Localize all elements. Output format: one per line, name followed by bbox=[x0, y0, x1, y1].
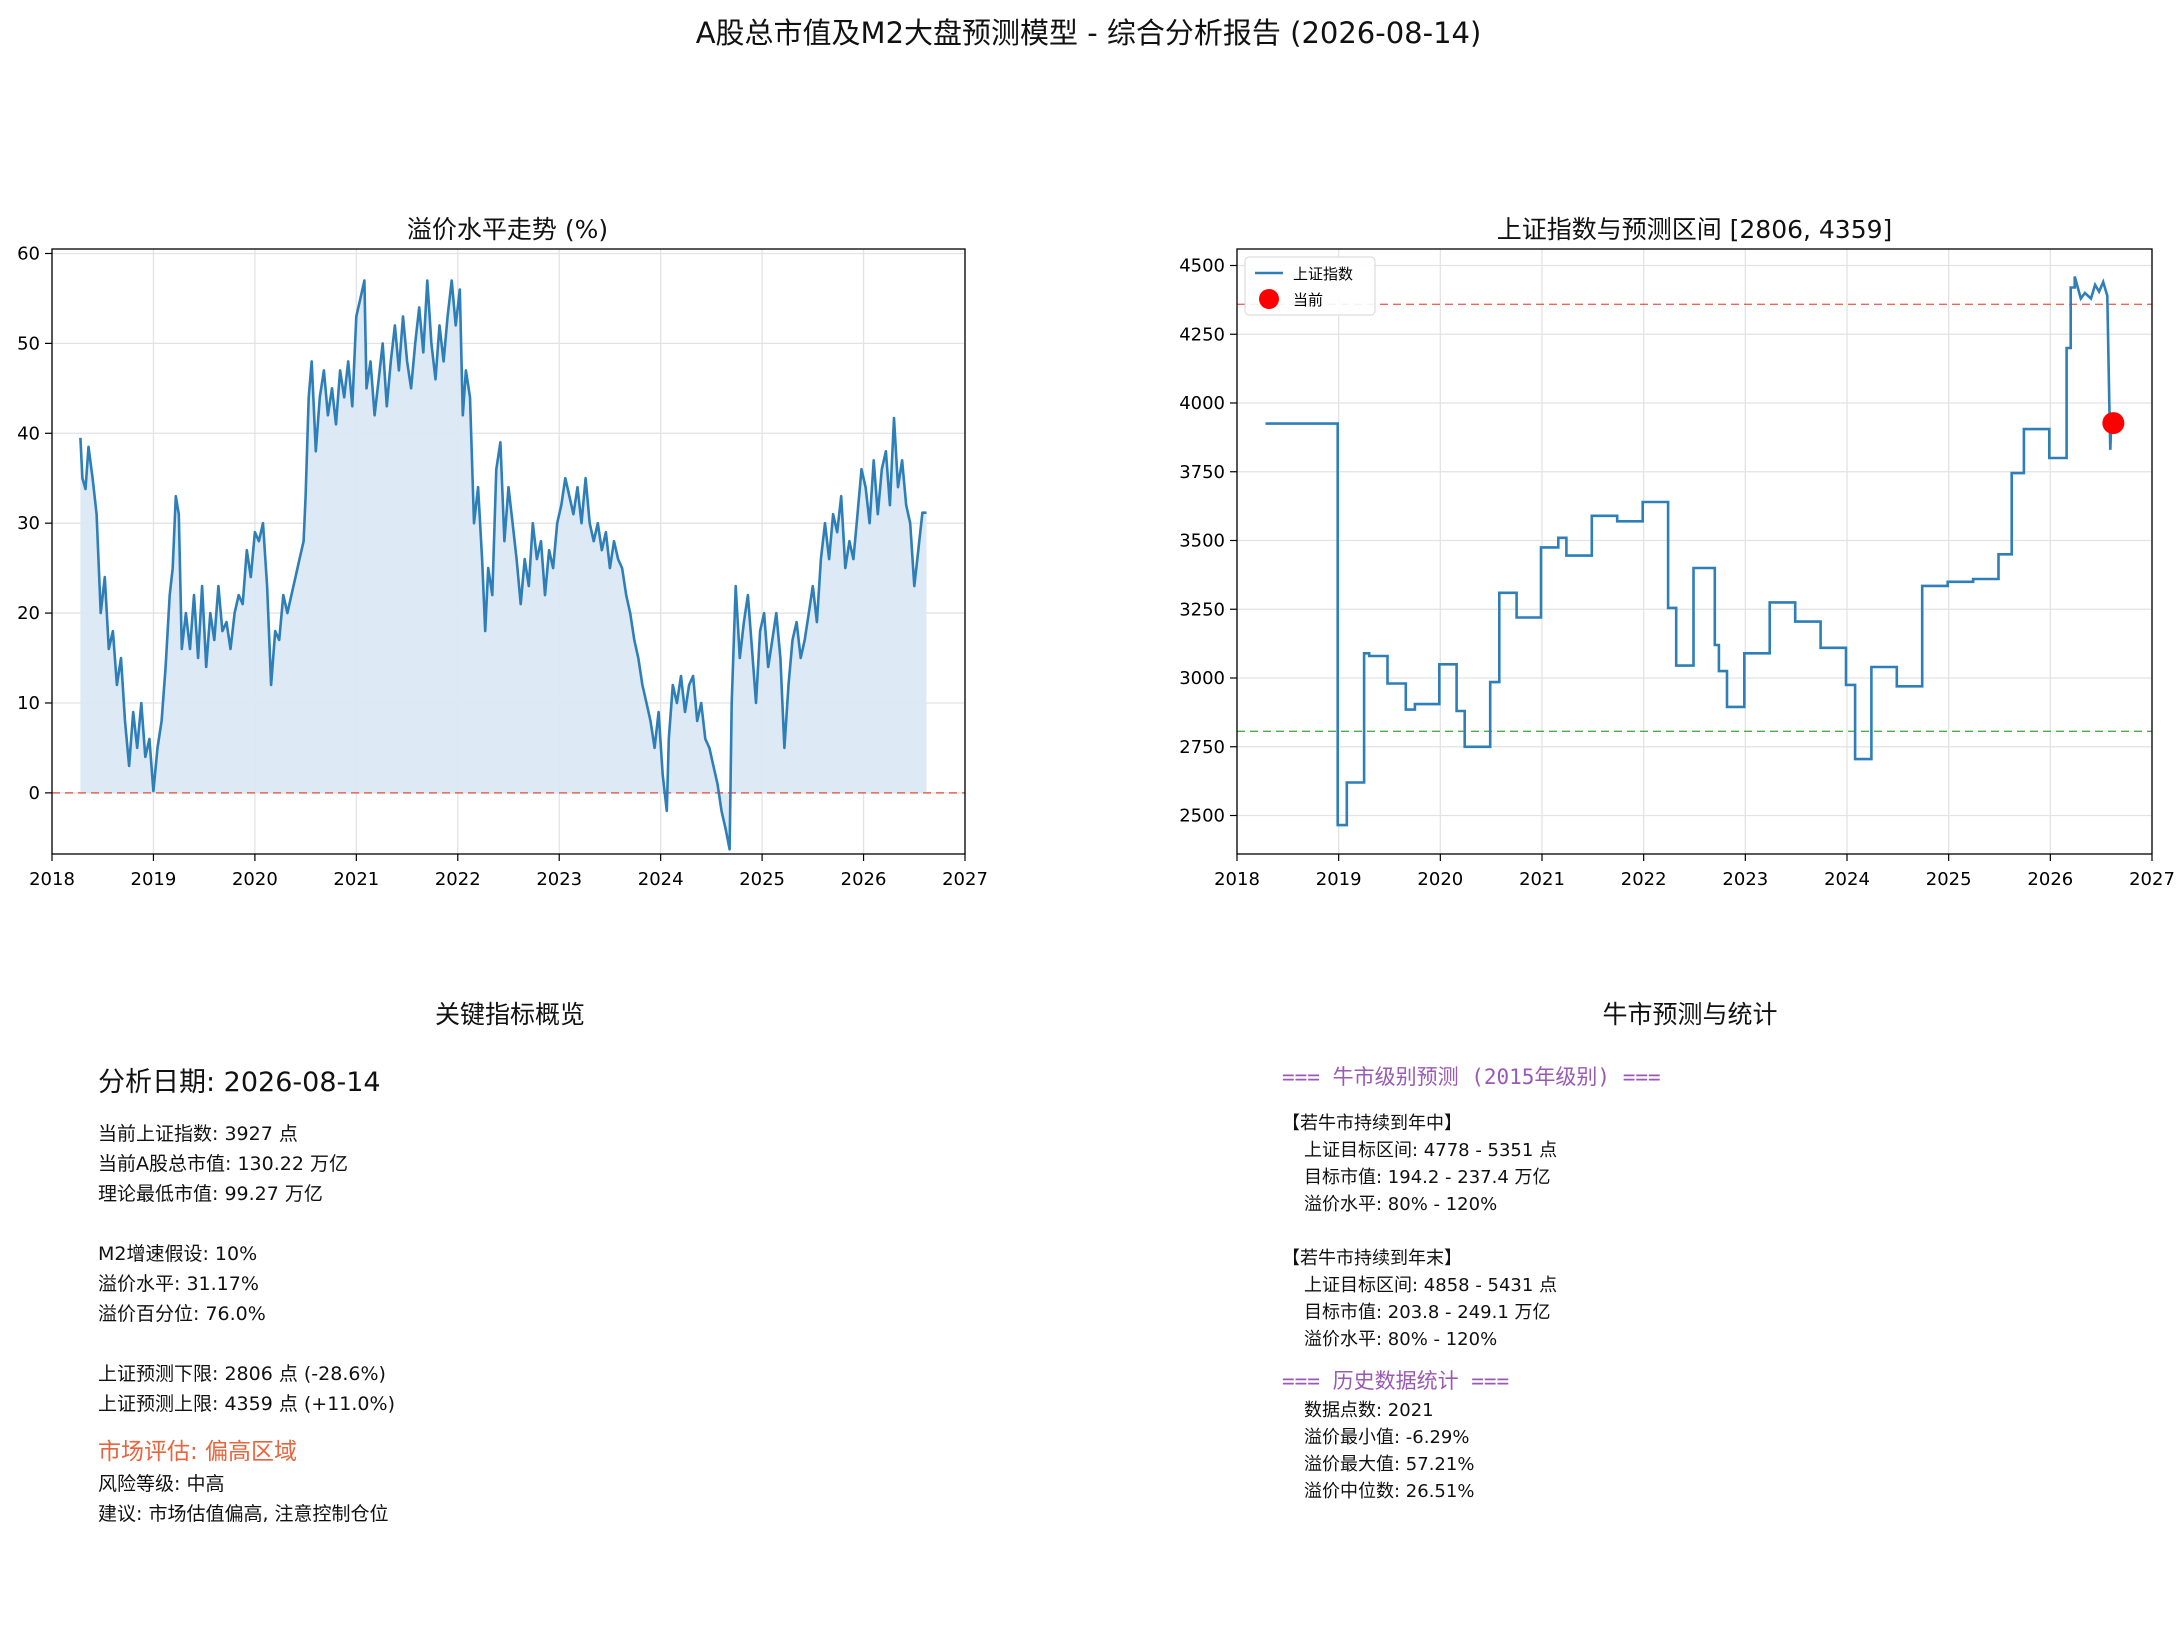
x-tick-label: 2025 bbox=[739, 869, 785, 890]
legend-marker-swatch bbox=[1259, 289, 1279, 309]
x-tick-label: 2020 bbox=[1417, 869, 1463, 890]
stat-line: 数据点数: 2021 bbox=[1304, 1400, 1434, 1421]
current-point-marker bbox=[2102, 412, 2125, 435]
risk-level: 风险等级: 中高 bbox=[98, 1473, 225, 1495]
mid-year-line: 目标市值: 194.2 - 237.4 万亿 bbox=[1304, 1167, 1551, 1188]
analysis-date: 分析日期: 2026-08-14 bbox=[98, 1067, 381, 1098]
y-tick-label: 4500 bbox=[1179, 256, 1225, 277]
x-tick-label: 2019 bbox=[131, 869, 177, 890]
year-end-line: 目标市值: 203.8 - 249.1 万亿 bbox=[1304, 1302, 1551, 1323]
y-tick-label: 3750 bbox=[1179, 462, 1225, 483]
year-end-line: 上证目标区间: 4858 - 5431 点 bbox=[1304, 1275, 1558, 1296]
x-tick-label: 2022 bbox=[1621, 869, 1667, 890]
premium-area bbox=[80, 280, 927, 850]
x-tick-label: 2020 bbox=[232, 869, 278, 890]
forecast-header: === 牛市级别预测 (2015年级别) === bbox=[1282, 1065, 1661, 1089]
indicator-line: 上证预测下限: 2806 点 (-28.6%) bbox=[98, 1363, 386, 1385]
indicator-line: 溢价水平: 31.17% bbox=[98, 1273, 259, 1295]
x-tick-label: 2018 bbox=[29, 869, 75, 890]
index-series-line bbox=[1265, 276, 2113, 827]
advice: 建议: 市场估值偏高, 注意控制仓位 bbox=[98, 1503, 389, 1525]
y-tick-label: 3500 bbox=[1179, 531, 1225, 552]
x-tick-label: 2023 bbox=[1722, 869, 1768, 890]
y-tick-label: 30 bbox=[17, 513, 40, 534]
x-tick-label: 2026 bbox=[841, 869, 887, 890]
y-tick-label: 3000 bbox=[1179, 668, 1225, 689]
mid-year-title: 【若牛市持续到年中】 bbox=[1282, 1113, 1462, 1134]
x-tick-label: 2026 bbox=[2027, 869, 2073, 890]
stat-line: 溢价中位数: 26.51% bbox=[1304, 1481, 1475, 1502]
bull-forecast-panel: === 牛市级别预测 (2015年级别) === 【若牛市持续到年中】 上证目标… bbox=[1282, 1060, 1661, 1505]
key-indicators-panel: 分析日期: 2026-08-14 当前上证指数: 3927 点 当前A股总市值:… bbox=[98, 1060, 395, 1529]
bull-forecast-title: 牛市预测与统计 bbox=[1602, 1000, 1778, 1029]
y-tick-label: 2500 bbox=[1179, 806, 1225, 827]
x-tick-label: 2018 bbox=[1214, 869, 1260, 890]
y-tick-label: 50 bbox=[17, 333, 40, 354]
indicator-line: 当前A股总市值: 130.22 万亿 bbox=[98, 1153, 348, 1175]
stat-line: 溢价最大值: 57.21% bbox=[1304, 1454, 1475, 1475]
mid-year-line: 上证目标区间: 4778 - 5351 点 bbox=[1304, 1140, 1558, 1161]
legend-label: 上证指数 bbox=[1293, 265, 1353, 283]
main-title: A股总市值及M2大盘预测模型 - 综合分析报告 (2026-08-14) bbox=[695, 16, 1482, 50]
index-chart: 2018 2019 2020 2021 2022 2023 2024 2025 2026 2027… bbox=[1179, 248, 2175, 890]
x-tick-label: 2021 bbox=[333, 869, 379, 890]
x-tick-label: 2025 bbox=[1926, 869, 1972, 890]
y-tick-label: 20 bbox=[17, 603, 40, 624]
y-tick-label: 40 bbox=[17, 423, 40, 444]
history-header: === 历史数据统计 === bbox=[1282, 1369, 1510, 1393]
x-tick-label: 2019 bbox=[1316, 869, 1362, 890]
x-tick-label: 2027 bbox=[2129, 869, 2175, 890]
premium-chart: 2018 2019 2020 2021 2022 2023 2024 2025 2026 2027… bbox=[17, 243, 988, 890]
stat-line: 溢价最小值: -6.29% bbox=[1304, 1427, 1470, 1448]
year-end-title: 【若牛市持续到年末】 bbox=[1282, 1248, 1462, 1269]
x-tick-label: 2021 bbox=[1519, 869, 1565, 890]
market-assessment: 市场评估: 偏高区域 bbox=[98, 1439, 298, 1465]
indicator-line: 当前上证指数: 3927 点 bbox=[98, 1123, 298, 1145]
y-tick-label: 10 bbox=[17, 693, 40, 714]
key-indicators-title: 关键指标概览 bbox=[434, 1000, 585, 1029]
y-tick-label: 4250 bbox=[1179, 324, 1225, 345]
x-tick-label: 2024 bbox=[638, 869, 684, 890]
y-tick-label: 3250 bbox=[1179, 599, 1225, 620]
x-tick-label: 2027 bbox=[942, 869, 988, 890]
x-tick-label: 2022 bbox=[435, 869, 481, 890]
indicator-line: 上证预测上限: 4359 点 (+11.0%) bbox=[98, 1393, 395, 1415]
y-tick-label: 60 bbox=[17, 243, 40, 264]
x-tick-label: 2023 bbox=[536, 869, 582, 890]
indicator-line: M2增速假设: 10% bbox=[98, 1243, 258, 1265]
indicator-line: 理论最低市值: 99.27 万亿 bbox=[98, 1183, 323, 1205]
indicator-line: 溢价百分位: 76.0% bbox=[98, 1303, 266, 1325]
grid bbox=[1236, 249, 2153, 854]
legend-label: 当前 bbox=[1293, 291, 1323, 309]
x-tick-label: 2024 bbox=[1824, 869, 1870, 890]
mid-year-line: 溢价水平: 80% - 120% bbox=[1304, 1194, 1498, 1215]
y-tick-label: 0 bbox=[29, 783, 40, 804]
y-tick-label: 2750 bbox=[1179, 737, 1225, 758]
legend: 上证指数当前 bbox=[1244, 256, 1376, 316]
year-end-line: 溢价水平: 80% - 120% bbox=[1304, 1329, 1498, 1350]
plot-frame bbox=[1236, 248, 2153, 855]
y-tick-label: 4000 bbox=[1179, 393, 1225, 414]
